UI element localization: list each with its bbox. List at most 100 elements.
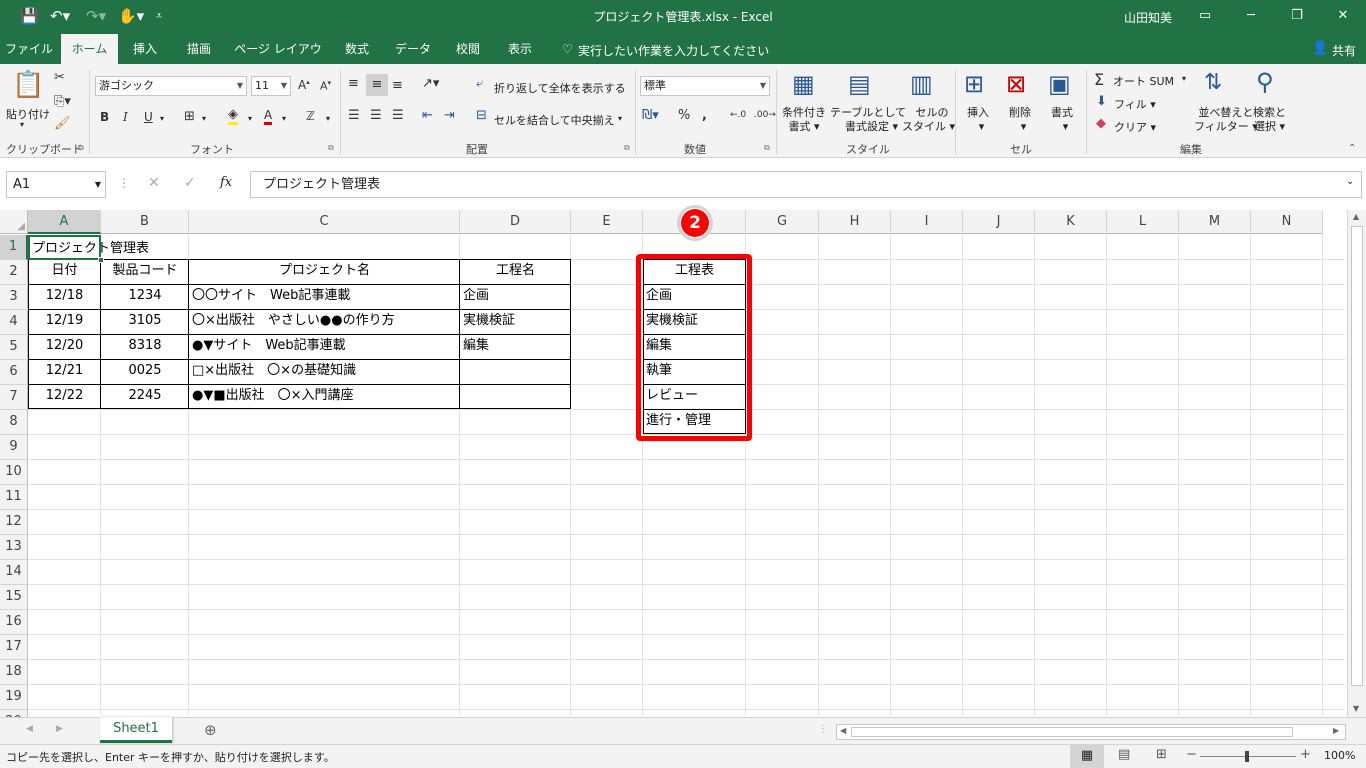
- fill-button[interactable]: フィル ▾: [1114, 96, 1156, 112]
- zoom-out-icon[interactable]: −: [1186, 747, 1197, 762]
- paste-icon[interactable]: 📋: [12, 70, 44, 100]
- tell-me-box[interactable]: 実行したい作業を入力してください: [578, 42, 769, 59]
- column-header-m[interactable]: M: [1179, 210, 1251, 234]
- header-cell-d[interactable]: 工程名: [460, 259, 571, 284]
- autosum-dropdown-arrow[interactable]: ▾: [1182, 74, 1186, 83]
- cell-a5[interactable]: 12/20: [28, 334, 101, 359]
- insert-cells-icon[interactable]: ⊞: [964, 70, 984, 98]
- phonetic-icon[interactable]: ℤ: [306, 109, 315, 123]
- share-button[interactable]: 共有: [1332, 42, 1356, 59]
- row-header-16[interactable]: 16: [0, 610, 28, 635]
- conditional-formatting-icon[interactable]: ▦: [792, 70, 815, 98]
- cell-b5[interactable]: 8318: [101, 334, 189, 359]
- column-header-b[interactable]: B: [101, 210, 189, 234]
- copy-icon[interactable]: ⎘▾: [54, 94, 71, 109]
- fill-icon[interactable]: ⬇: [1096, 94, 1107, 109]
- column-header-l[interactable]: L: [1107, 210, 1179, 234]
- scroll-up-icon[interactable]: ▲: [1353, 212, 1359, 221]
- font-launcher-icon[interactable]: ⧉: [328, 143, 334, 153]
- new-sheet-icon[interactable]: ⊕: [204, 721, 217, 739]
- prev-sheet-icon[interactable]: ◀: [26, 724, 33, 734]
- format-as-table-icon[interactable]: ▤: [848, 70, 871, 98]
- tab-split-icon[interactable]: ⋮: [818, 724, 828, 735]
- normal-view-icon[interactable]: ▦: [1070, 745, 1104, 768]
- decrease-font-icon[interactable]: A▾: [320, 79, 331, 93]
- close-button[interactable]: ✕: [1320, 0, 1366, 32]
- zoom-in-icon[interactable]: +: [1300, 747, 1311, 762]
- borders-icon[interactable]: ⊞: [184, 109, 195, 124]
- decrease-indent-icon[interactable]: ⇤: [422, 108, 433, 123]
- underline-dropdown-arrow[interactable]: ▾: [160, 114, 164, 123]
- wrap-text-button[interactable]: 折り返して全体を表示する: [494, 80, 626, 96]
- row-header-9[interactable]: 9: [0, 435, 28, 460]
- header-cell-b[interactable]: 製品コード: [101, 259, 189, 284]
- cell-c4[interactable]: 〇×出版社 やさしい●●の作り方: [189, 309, 460, 334]
- cell-a1[interactable]: プロジェクト管理表: [28, 235, 149, 260]
- merge-center-icon[interactable]: ⊟: [476, 108, 487, 123]
- sort-filter-icon[interactable]: ⇅: [1204, 70, 1222, 95]
- cell-a4[interactable]: 12/19: [28, 309, 101, 334]
- zoom-slider-thumb[interactable]: [1245, 751, 1249, 762]
- cell-a3[interactable]: 12/18: [28, 284, 101, 309]
- tab-draw[interactable]: 描画: [176, 34, 222, 64]
- delete-cells-icon[interactable]: ⊠: [1006, 70, 1026, 98]
- row-header-1[interactable]: 1: [0, 235, 28, 260]
- clear-icon[interactable]: ◆: [1096, 116, 1106, 131]
- row-header-15[interactable]: 15: [0, 585, 28, 610]
- font-name-combo[interactable]: 游ゴシック ▼: [95, 76, 247, 96]
- column-header-h[interactable]: H: [819, 210, 891, 234]
- cell-d7[interactable]: [460, 384, 571, 409]
- page-layout-view-icon[interactable]: ▤: [1118, 747, 1130, 762]
- sheet-tab-sheet1[interactable]: Sheet1: [100, 717, 172, 743]
- decrease-decimal-icon[interactable]: .00→: [754, 110, 776, 120]
- row-header-18[interactable]: 18: [0, 660, 28, 685]
- wrap-text-icon[interactable]: ⤶: [476, 76, 483, 91]
- number-format-combo[interactable]: 標準 ▼: [640, 76, 770, 96]
- minimize-button[interactable]: ─: [1228, 0, 1274, 32]
- increase-decimal-icon[interactable]: ←.0: [730, 110, 746, 120]
- paste-dropdown-arrow[interactable]: ▾: [20, 120, 24, 129]
- number-launcher-icon[interactable]: ⧉: [764, 143, 770, 153]
- merge-dropdown-arrow[interactable]: ▾: [618, 114, 622, 123]
- formula-input[interactable]: プロジェクト管理表: [250, 171, 1362, 198]
- align-center-icon[interactable]: ☰: [370, 108, 382, 123]
- align-bottom-icon[interactable]: ≡: [392, 78, 403, 93]
- comma-style-icon[interactable]: ,: [702, 108, 707, 123]
- column-header-n[interactable]: N: [1251, 210, 1323, 234]
- sort-filter-button[interactable]: 並べ替えと フィルター ▾: [1194, 106, 1258, 134]
- enter-icon[interactable]: ✓: [184, 175, 196, 191]
- tab-home[interactable]: ホーム: [61, 34, 118, 64]
- format-painter-icon[interactable]: 🖌: [54, 116, 71, 131]
- column-header-i[interactable]: I: [891, 210, 963, 234]
- find-select-icon[interactable]: ⚲: [1256, 68, 1274, 96]
- align-left-icon[interactable]: ☰: [348, 108, 360, 123]
- page-break-preview-icon[interactable]: ⊞: [1156, 747, 1167, 762]
- underline-icon[interactable]: U: [144, 110, 153, 124]
- row-header-17[interactable]: 17: [0, 635, 28, 660]
- tab-insert[interactable]: 挿入: [122, 34, 168, 64]
- column-header-j[interactable]: J: [963, 210, 1035, 234]
- user-name[interactable]: 山田知美: [1124, 9, 1172, 26]
- borders-dropdown-arrow[interactable]: ▾: [202, 114, 206, 123]
- find-select-button[interactable]: 検索と 選択 ▾: [1253, 106, 1286, 134]
- header-cell-a[interactable]: 日付: [28, 259, 101, 284]
- horizontal-scrollbar[interactable]: ◀ ▶: [836, 724, 1346, 740]
- scroll-down-icon[interactable]: ▼: [1353, 704, 1359, 713]
- merge-center-button[interactable]: セルを結合して中央揃え: [494, 112, 615, 128]
- cut-icon[interactable]: ✂: [54, 70, 65, 85]
- cancel-icon[interactable]: ✕: [148, 175, 160, 191]
- ribbon-display-options-button[interactable]: ▭: [1182, 0, 1228, 32]
- autosum-icon[interactable]: Σ: [1094, 70, 1104, 89]
- column-header-k[interactable]: K: [1035, 210, 1107, 234]
- cell-b4[interactable]: 3105: [101, 309, 189, 334]
- vertical-scrollbar[interactable]: ▲ ▼: [1347, 210, 1366, 717]
- phonetic-dropdown-arrow[interactable]: ▾: [326, 114, 330, 123]
- row-header-7[interactable]: 7: [0, 385, 28, 410]
- cell-a6[interactable]: 12/21: [28, 359, 101, 384]
- column-header-a[interactable]: A: [28, 210, 101, 234]
- tab-data[interactable]: データ: [388, 34, 438, 64]
- align-middle-icon[interactable]: ≡: [366, 74, 388, 96]
- maximize-button[interactable]: ❐: [1274, 0, 1320, 32]
- name-box[interactable]: A1 ▼: [6, 171, 106, 198]
- tab-review[interactable]: 校閲: [446, 34, 490, 64]
